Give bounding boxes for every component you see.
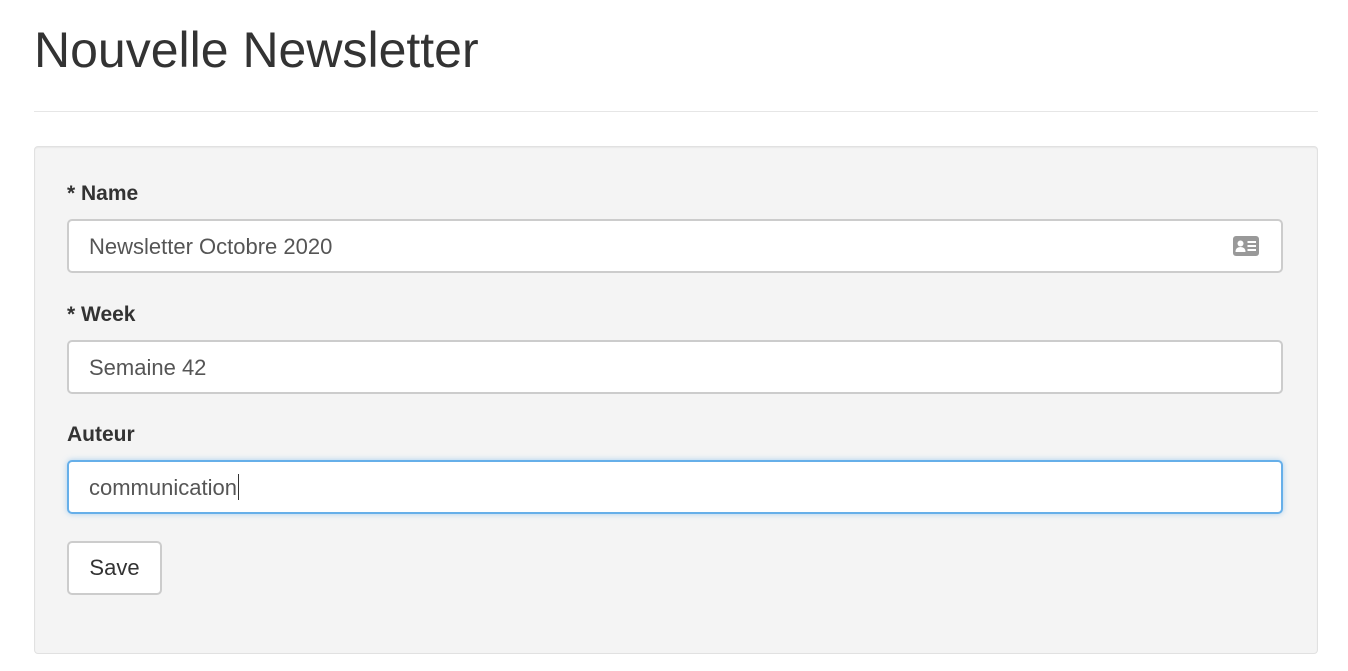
text-caret <box>237 474 239 500</box>
author-label: Auteur <box>67 423 135 446</box>
week-input[interactable]: Semaine 42 <box>67 340 1283 394</box>
author-input-value-wrapper: communication <box>89 474 239 502</box>
author-input-value: communication <box>89 475 237 500</box>
name-input-value: Newsletter Octobre 2020 <box>89 234 333 259</box>
page-title: Nouvelle Newsletter <box>34 22 479 78</box>
name-label: * Name <box>67 182 139 205</box>
title-divider <box>34 111 1318 112</box>
author-input[interactable]: communication <box>67 460 1283 514</box>
page: Nouvelle Newsletter * Name Newsletter Oc… <box>0 0 1348 671</box>
contact-card-icon[interactable] <box>1233 236 1259 256</box>
week-label: * Week <box>67 303 136 326</box>
name-input[interactable]: Newsletter Octobre 2020 <box>67 219 1283 273</box>
newsletter-form-panel: * Name Newsletter Octobre 2020 * Week Se… <box>34 146 1318 654</box>
save-button[interactable]: Save <box>67 541 162 595</box>
week-input-value: Semaine 42 <box>89 355 207 380</box>
